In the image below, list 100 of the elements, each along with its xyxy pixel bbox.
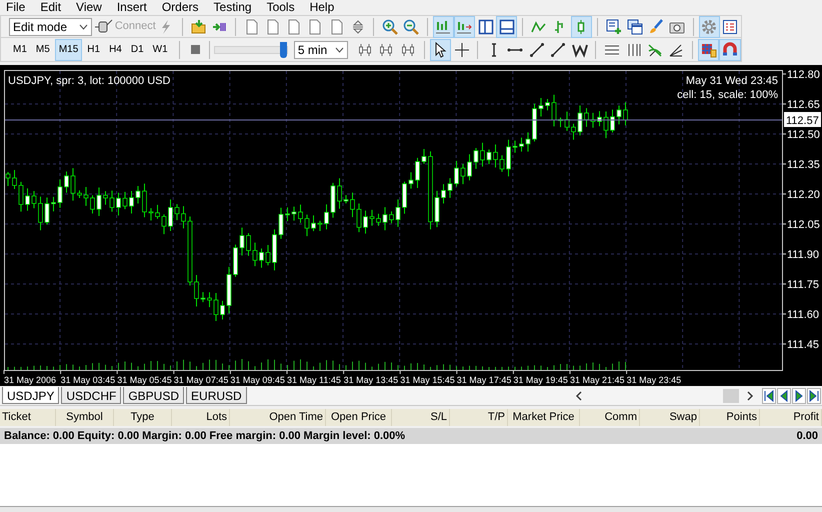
step-dropdown[interactable]: 5 min: [294, 40, 348, 58]
menu-item[interactable]: Insert: [116, 1, 147, 13]
time-tick-label: 31 May 17:45: [456, 375, 512, 385]
column-header[interactable]: Profit: [760, 409, 822, 426]
first-button[interactable]: [762, 388, 776, 404]
price-tick-label: 112.05: [787, 219, 820, 231]
menu-item[interactable]: Orders: [162, 1, 199, 13]
document-icon: [307, 18, 324, 34]
balance-summary: Balance: 0.00 Equity: 0.00 Margin: 0.00 Free margin: 0.00 Margin level: 0.00%: [4, 428, 406, 444]
time-tick-label: 31 May 15:45: [400, 375, 455, 385]
document-icon: [265, 18, 282, 34]
time-tick-label: 31 May 13:45: [344, 375, 398, 385]
horizontal-line-icon: [507, 48, 524, 52]
column-header[interactable]: Open Price: [326, 409, 392, 426]
slider-thumb[interactable]: [280, 42, 287, 58]
price-tick-label: 112.20: [787, 189, 820, 201]
column-header[interactable]: Comm: [580, 409, 640, 426]
menu-item[interactable]: File: [6, 1, 26, 13]
fan-lines-icon: [646, 42, 663, 58]
list-icon: [722, 18, 738, 34]
timeframe-button[interactable]: D1: [126, 38, 148, 60]
menu-item[interactable]: Tools: [266, 1, 295, 13]
column-header[interactable]: Type: [114, 409, 172, 426]
panel-button[interactable]: [496, 16, 518, 38]
column-header[interactable]: Market Price: [508, 409, 580, 426]
crosshair-icon: [454, 42, 470, 58]
price-tick-label: 111.45: [787, 339, 820, 351]
symbol-tab[interactable]: USDJPY: [2, 387, 60, 404]
timeframe-button[interactable]: M1: [9, 38, 31, 60]
scroll-thumb[interactable]: [723, 388, 739, 402]
scroll-left-icon: [575, 390, 583, 402]
timeframe-button[interactable]: M15: [54, 38, 82, 60]
forward-icon: [793, 390, 805, 402]
angle-lines-icon: [668, 42, 684, 58]
column-header[interactable]: Lots: [172, 409, 230, 426]
column-header[interactable]: Open Time: [230, 409, 326, 426]
zoom-in-icon: [382, 18, 398, 34]
time-tick-label: 31 May 11:45: [287, 375, 341, 385]
timeframe-button[interactable]: H4: [105, 38, 126, 60]
bar-chart-icon: [435, 18, 452, 34]
cursor-button[interactable]: [430, 38, 451, 60]
timeframe-button[interactable]: M5: [32, 38, 54, 60]
profit-total: 0.00: [796, 428, 818, 444]
time-tick-label: 31 May 19:45: [513, 375, 568, 385]
magnet-button[interactable]: [719, 38, 741, 60]
folder-icon: [190, 18, 207, 34]
menu-item[interactable]: Testing: [214, 1, 252, 13]
price-tick-label: 111.90: [787, 249, 820, 261]
column-header[interactable]: Points: [700, 409, 760, 426]
zoom-out-icon: [403, 18, 420, 34]
panel-icon: [498, 18, 515, 34]
time-tick-label: 31 May 07:45: [174, 375, 228, 385]
magnet-icon: [722, 42, 738, 58]
price-tick-label: 112.50: [787, 129, 820, 141]
vertical-line-icon: [491, 42, 498, 56]
period-bars-icon: [400, 42, 416, 58]
column-header[interactable]: Symbol: [56, 409, 114, 426]
last-icon: [808, 390, 820, 402]
last-button[interactable]: [807, 388, 821, 404]
time-tick-label: 31 May 09:45: [230, 375, 285, 385]
first-icon: [763, 390, 775, 402]
back-icon: [778, 390, 790, 402]
time-tick-label: 31 May 05:45: [117, 375, 172, 385]
symbol-tab[interactable]: EURUSD: [186, 387, 247, 404]
price-tick-label: 112.35: [787, 159, 820, 171]
speed-slider[interactable]: [214, 42, 288, 58]
chart-shift-button[interactable]: [454, 16, 476, 38]
menu-item[interactable]: Edit: [40, 1, 62, 13]
bar-chart-button[interactable]: [432, 16, 454, 38]
settings-icon: [701, 18, 718, 34]
trendline-icon: [550, 42, 566, 58]
symbol-tab[interactable]: USDCHF: [61, 387, 122, 404]
grid-button[interactable]: [698, 38, 720, 60]
timeframe-button[interactable]: W1: [148, 38, 172, 60]
back-button[interactable]: [777, 388, 791, 404]
document-icon: [328, 18, 345, 34]
period-bars-icon: [356, 42, 373, 58]
time-tick-label: 31 May 21:45: [570, 375, 625, 385]
caret-icon: [78, 24, 88, 30]
column-header[interactable]: Swap: [640, 409, 700, 426]
time-label: May 31 Wed 23:45: [686, 75, 778, 87]
new-order-icon: [606, 18, 622, 34]
document-icon: [286, 18, 302, 34]
forward-button[interactable]: [792, 388, 806, 404]
mode-dropdown[interactable]: Edit mode: [9, 18, 92, 36]
period-bars-icon: [378, 42, 394, 58]
menu-item[interactable]: Help: [310, 1, 334, 13]
column-header[interactable]: S/L: [392, 409, 450, 426]
grid-icon: [700, 42, 717, 58]
menu-item[interactable]: View: [76, 1, 102, 13]
caret-icon: [335, 46, 344, 52]
plug-icon: [94, 18, 115, 34]
scroll-left-button[interactable]: [575, 390, 583, 402]
column-header[interactable]: T/P: [450, 409, 508, 426]
timeframe-button[interactable]: H1: [83, 38, 104, 60]
price-tick-label: 111.75: [787, 279, 820, 291]
vertical-lines-icon: [626, 42, 642, 58]
symbol-tab[interactable]: GBPUSD: [123, 387, 184, 404]
scale-label: cell: 15, scale: 100%: [677, 89, 778, 101]
column-header[interactable]: Ticket: [0, 409, 56, 426]
